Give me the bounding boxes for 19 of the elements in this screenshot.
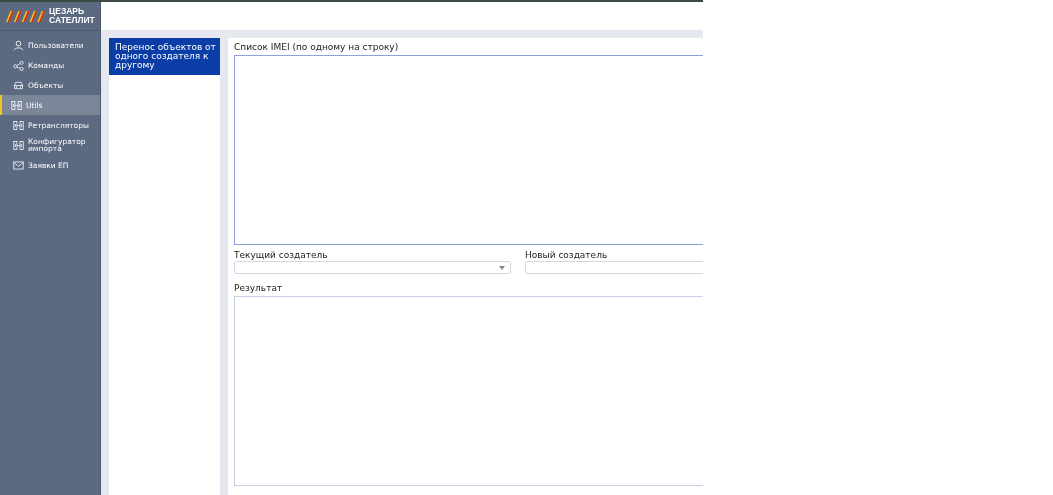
car-icon [13,79,24,91]
user-icon [13,39,24,51]
tool-item[interactable]: Перенос объектов от одного создателя к другому [109,38,220,75]
caret-icon [499,266,505,270]
logo-text: САТЕЛЛИТ [49,16,95,25]
field-label: Список IMEI (по одному на строку) [234,42,400,53]
device-icon [13,119,24,131]
logo-text: ЦЕЗАРЬ [49,7,86,16]
field-label: Новый создатель [525,250,609,261]
device-icon [11,99,22,111]
result-field[interactable] [234,296,703,486]
logo-stripes-icon [6,10,46,22]
share-icon [13,59,24,71]
field-label: Текущий создатель [234,250,329,261]
mail-icon [13,159,24,171]
imei-field[interactable] [234,55,703,245]
device-icon [13,139,24,151]
dropdown-field[interactable] [234,261,511,274]
field-label: Результат [234,283,284,294]
